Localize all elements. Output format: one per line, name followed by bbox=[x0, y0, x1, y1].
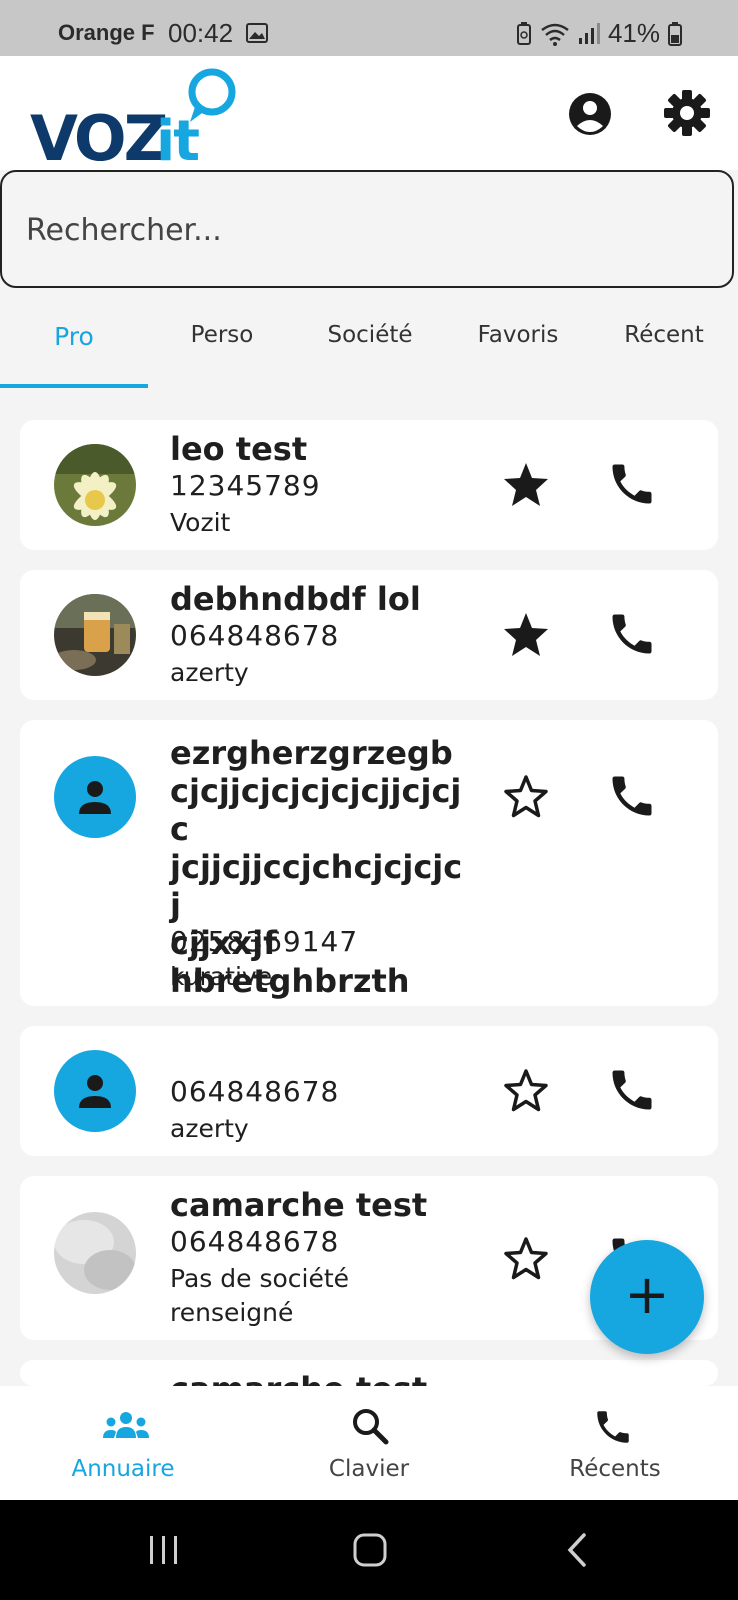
tab-recent[interactable]: Récent bbox=[590, 322, 738, 348]
call-phone-icon[interactable] bbox=[606, 770, 658, 822]
battery-charging-icon bbox=[668, 21, 682, 46]
tab-societe[interactable]: Société bbox=[296, 322, 444, 348]
search-icon bbox=[353, 1409, 389, 1445]
contact-name-line: jcjjcjjccjchcjcjcjcj bbox=[170, 848, 463, 924]
search-input[interactable] bbox=[24, 202, 708, 258]
contact-name-line: ezrgherzgrzegb bbox=[170, 734, 453, 772]
app-bar: VOZ it bbox=[0, 56, 738, 170]
wifi-icon bbox=[541, 23, 569, 46]
person-icon bbox=[79, 1075, 111, 1108]
favorite-star-filled-icon[interactable] bbox=[502, 610, 550, 658]
add-contact-button[interactable]: + bbox=[590, 1240, 704, 1354]
category-tabs: Pro Perso Société Favoris Récent bbox=[0, 296, 738, 388]
phone-icon bbox=[597, 1411, 629, 1443]
bottom-navigation: Annuaire Clavier Récents bbox=[0, 1386, 738, 1500]
nav-label: Clavier bbox=[328, 1456, 410, 1482]
contact-avatar bbox=[54, 594, 136, 676]
call-phone-icon[interactable] bbox=[606, 608, 658, 660]
settings-gear-icon[interactable] bbox=[662, 88, 712, 138]
group-icon bbox=[103, 1412, 149, 1438]
contact-card[interactable]: 064848678 azerty bbox=[20, 1026, 718, 1156]
flower-photo bbox=[54, 444, 136, 526]
tab-perso[interactable]: Perso bbox=[148, 322, 296, 348]
signal-icon bbox=[578, 22, 600, 44]
contact-name: leo test bbox=[170, 430, 308, 468]
contact-card[interactable]: leo test 12345789 Vozit bbox=[20, 420, 718, 550]
contact-name: debhndbdf lol bbox=[170, 580, 421, 618]
svg-text:VOZ: VOZ bbox=[30, 102, 167, 170]
system-navigation-bar bbox=[0, 1500, 738, 1600]
favorite-star-outline-icon[interactable] bbox=[502, 1066, 550, 1114]
search-box[interactable] bbox=[0, 170, 734, 288]
gallery-notification-icon bbox=[246, 23, 268, 43]
contact-phone: 064848678 bbox=[170, 619, 340, 652]
contact-company: kurative bbox=[170, 962, 273, 991]
contact-phone: 064848678 bbox=[170, 1225, 340, 1258]
contact-card[interactable]: ezrgherzgrzegb cjcjjcjcjcjcjcjjcjcjc jcj… bbox=[20, 720, 718, 1006]
status-icons: 41% bbox=[516, 18, 682, 49]
drink-photo bbox=[54, 594, 136, 676]
clock: 00:42 bbox=[168, 18, 234, 48]
contact-phone: 12345789 bbox=[170, 469, 321, 502]
nav-label: Annuaire bbox=[71, 1456, 175, 1482]
tab-pro[interactable]: Pro bbox=[0, 322, 148, 351]
call-phone-icon[interactable] bbox=[606, 1064, 658, 1116]
account-icon[interactable] bbox=[566, 90, 614, 138]
contact-company: azerty bbox=[170, 658, 249, 687]
person-icon bbox=[79, 781, 111, 814]
vozit-logo: VOZ it bbox=[30, 68, 236, 170]
contact-company: azerty bbox=[170, 1114, 249, 1143]
battery-saver-icon bbox=[516, 21, 531, 45]
contact-phone: 064848678 bbox=[170, 1075, 340, 1108]
carrier-name: Orange F bbox=[58, 20, 155, 45]
call-phone-icon[interactable] bbox=[606, 458, 658, 510]
contact-name-line: cjcjjcjcjcjcjcjjcjcjc bbox=[170, 772, 462, 848]
contact-avatar-default bbox=[54, 1050, 136, 1132]
nav-recents[interactable]: Récents bbox=[492, 1386, 738, 1500]
add-label: + bbox=[624, 1263, 670, 1326]
battery-percent: 41% bbox=[607, 18, 660, 48]
favorite-star-outline-icon[interactable] bbox=[502, 772, 550, 820]
nav-label: Récents bbox=[569, 1456, 661, 1482]
home-icon[interactable] bbox=[350, 1530, 390, 1570]
contact-phone: 0258369147 bbox=[170, 925, 359, 958]
contact-card[interactable]: debhndbdf lol 064848678 azerty bbox=[20, 570, 718, 700]
contact-avatar bbox=[54, 444, 136, 526]
contact-company: Pas de société renseigné bbox=[170, 1262, 430, 1330]
contact-company-line: Pas de société bbox=[170, 1264, 350, 1293]
contact-company: Vozit bbox=[170, 508, 231, 537]
favorite-star-filled-icon[interactable] bbox=[502, 460, 550, 508]
tab-favoris[interactable]: Favoris bbox=[444, 322, 592, 348]
contact-name: camarche test bbox=[170, 1370, 470, 1386]
status-bar: Orange F 00:42 41% bbox=[0, 0, 738, 56]
back-icon[interactable] bbox=[558, 1530, 598, 1570]
nav-annuaire[interactable]: Annuaire bbox=[0, 1386, 246, 1500]
blurred-photo bbox=[54, 1212, 136, 1294]
contact-avatar bbox=[54, 1212, 136, 1294]
contact-avatar-default bbox=[54, 756, 136, 838]
recent-apps-icon[interactable] bbox=[144, 1530, 184, 1570]
favorite-star-outline-icon[interactable] bbox=[502, 1234, 550, 1282]
contact-name: camarche test bbox=[170, 1186, 428, 1224]
active-tab-indicator bbox=[0, 384, 148, 388]
contact-card[interactable]: camarche test bbox=[20, 1360, 718, 1386]
nav-clavier[interactable]: Clavier bbox=[246, 1386, 492, 1500]
contact-company-line: renseigné bbox=[170, 1298, 294, 1327]
